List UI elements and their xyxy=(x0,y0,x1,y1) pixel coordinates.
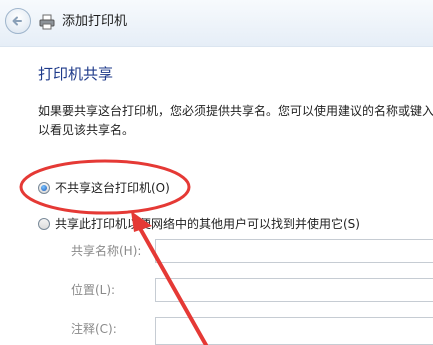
arrow-head-icon xyxy=(131,211,152,232)
arrow-shaft xyxy=(135,221,208,345)
highlight-ellipse xyxy=(19,159,191,215)
annotation-overlay xyxy=(19,159,208,345)
